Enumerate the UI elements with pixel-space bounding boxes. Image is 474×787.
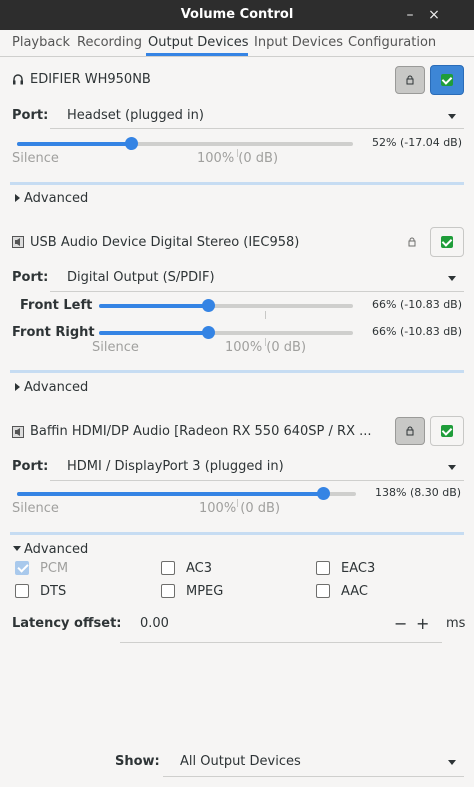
- close-icon[interactable]: ×: [426, 7, 442, 23]
- latency-decrease-button[interactable]: −: [394, 614, 407, 633]
- volume-readout: 66% (-10.83 dB): [372, 298, 463, 311]
- device-name: USB Audio Device Digital Stereo (IEC958): [30, 235, 300, 250]
- format-aac-checkbox[interactable]: [316, 584, 330, 598]
- port-select[interactable]: Digital Output (S/PDIF): [67, 270, 215, 285]
- format-eac3-checkbox[interactable]: [316, 561, 330, 575]
- latency-offset-label: Latency offset:: [12, 616, 122, 631]
- chevron-down-icon[interactable]: [448, 465, 456, 470]
- scale-100-label: 100% (0 dB): [225, 340, 307, 355]
- active-tab-indicator: [146, 53, 248, 56]
- port-select-underline: [50, 480, 464, 481]
- volume-readout: 66% (-10.83 dB): [372, 325, 463, 338]
- mute-toggle-button[interactable]: [430, 416, 464, 446]
- mute-check-icon: [441, 74, 453, 86]
- lock-icon: [408, 237, 416, 247]
- volume-slider-handle[interactable]: [202, 326, 215, 339]
- scale-100-label: 100% (0 dB): [197, 151, 279, 166]
- chevron-down-icon[interactable]: [448, 114, 456, 119]
- volume-readout: 138% (8.30 dB): [375, 486, 462, 499]
- volume-slider[interactable]: [17, 137, 353, 150]
- channel-label: Front Right: [12, 325, 95, 340]
- lock-icon: [406, 426, 414, 436]
- format-mpeg-checkbox[interactable]: [161, 584, 175, 598]
- lock-channels-button[interactable]: [397, 228, 427, 256]
- format-mpeg-label[interactable]: MPEG: [186, 584, 223, 599]
- tab-playback[interactable]: Playback: [12, 35, 70, 50]
- tab-bar: Playback Recording Output Devices Input …: [0, 30, 474, 57]
- volume-slider-handle[interactable]: [317, 487, 330, 500]
- title-bar: Volume Control – ×: [0, 0, 474, 30]
- mute-check-icon: [441, 236, 453, 248]
- volume-slider-handle[interactable]: [202, 299, 215, 312]
- device-separator: [10, 182, 464, 185]
- port-label: Port:: [12, 459, 49, 474]
- format-eac3-label[interactable]: EAC3: [341, 561, 375, 576]
- port-label: Port:: [12, 108, 49, 123]
- scale-100-label: 100% (0 dB): [199, 501, 281, 516]
- latency-input-underline: [120, 642, 442, 643]
- volume-slider[interactable]: [99, 299, 353, 312]
- format-ac3-checkbox[interactable]: [161, 561, 175, 575]
- port-select[interactable]: Headset (plugged in): [67, 108, 204, 123]
- mute-check-icon: [441, 425, 453, 437]
- volume-slider-fill: [17, 492, 323, 496]
- tab-recording[interactable]: Recording: [77, 35, 142, 50]
- latency-unit-label: ms: [446, 616, 466, 631]
- format-dts-checkbox[interactable]: [15, 584, 29, 598]
- lock-channels-button[interactable]: [395, 417, 425, 445]
- advanced-expander[interactable]: Advanced: [24, 191, 88, 206]
- show-filter-label: Show:: [115, 754, 160, 769]
- chevron-down-icon[interactable]: [448, 276, 456, 281]
- lock-icon: [406, 75, 414, 85]
- tab-output-devices[interactable]: Output Devices: [148, 35, 249, 50]
- format-pcm-label: PCM: [40, 561, 69, 576]
- scale-silence-label: Silence: [12, 151, 59, 166]
- advanced-expander[interactable]: Advanced: [24, 380, 88, 395]
- advanced-expander[interactable]: Advanced: [24, 542, 88, 557]
- chevron-down-icon[interactable]: [448, 760, 456, 765]
- format-dts-label[interactable]: DTS: [40, 584, 66, 599]
- format-aac-label[interactable]: AAC: [341, 584, 368, 599]
- headset-icon: [13, 74, 23, 85]
- volume-slider[interactable]: [99, 326, 353, 339]
- minimize-icon[interactable]: –: [402, 7, 418, 23]
- lock-channels-button[interactable]: [395, 66, 425, 94]
- expander-down-icon[interactable]: [13, 546, 21, 551]
- show-filter-select[interactable]: All Output Devices: [180, 754, 301, 769]
- device-name: EDIFIER WH950NB: [30, 72, 151, 87]
- expander-right-icon[interactable]: [15, 194, 20, 202]
- mute-toggle-button[interactable]: [430, 65, 464, 95]
- tab-configuration[interactable]: Configuration: [348, 35, 436, 50]
- volume-slider-fill: [99, 304, 209, 308]
- device-separator: [10, 532, 464, 535]
- volume-slider-handle[interactable]: [125, 137, 138, 150]
- speaker-icon: [12, 426, 24, 438]
- expander-right-icon[interactable]: [15, 383, 20, 391]
- scale-silence-label: Silence: [92, 340, 139, 355]
- port-select[interactable]: HDMI / DisplayPort 3 (plugged in): [67, 459, 284, 474]
- scale-silence-label: Silence: [12, 501, 59, 516]
- device-separator: [10, 370, 464, 373]
- tab-input-devices[interactable]: Input Devices: [254, 35, 343, 50]
- volume-slider-fill: [17, 142, 131, 146]
- volume-slider-fill: [99, 331, 209, 335]
- show-filter-underline: [163, 776, 464, 777]
- port-select-underline: [50, 291, 464, 292]
- latency-offset-input[interactable]: 0.00: [140, 616, 169, 631]
- mute-toggle-button[interactable]: [430, 227, 464, 257]
- format-pcm-checkbox: [15, 561, 29, 575]
- port-select-underline: [50, 128, 464, 129]
- device-name: Baffin HDMI/DP Audio [Radeon RX 550 640S…: [30, 424, 372, 439]
- format-ac3-label[interactable]: AC3: [186, 561, 212, 576]
- latency-increase-button[interactable]: +: [416, 614, 429, 633]
- volume-slider[interactable]: [17, 487, 356, 500]
- port-label: Port:: [12, 270, 49, 285]
- channel-label: Front Left: [20, 298, 93, 313]
- speaker-icon: [12, 236, 24, 248]
- volume-readout: 52% (-17.04 dB): [372, 136, 463, 149]
- scale-100-tick: [265, 311, 266, 319]
